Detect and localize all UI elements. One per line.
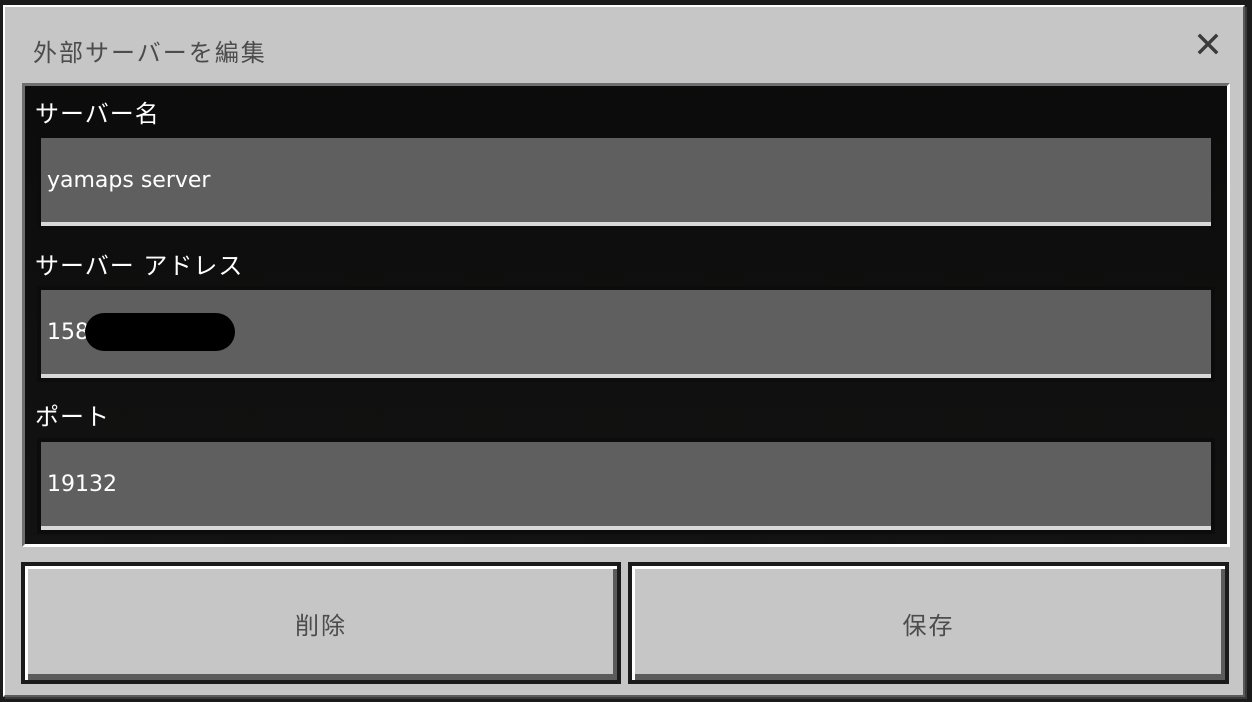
server-form-panel: サーバー名 yamaps server サーバー アドレス 158 ポート 19… (22, 83, 1230, 547)
save-button-label: 保存 (902, 611, 955, 640)
server-address-field[interactable]: 158 (37, 286, 1215, 382)
redaction-mark (85, 313, 235, 351)
port-label: ポート (35, 403, 110, 431)
server-name-label: サーバー名 (35, 100, 160, 128)
port-field[interactable]: 19132 (37, 438, 1215, 534)
save-button[interactable]: 保存 (628, 562, 1229, 684)
close-icon (1197, 33, 1219, 59)
close-button[interactable] (1191, 29, 1225, 63)
server-address-value: 158 (47, 319, 89, 345)
port-value: 19132 (47, 471, 117, 497)
delete-button[interactable]: 削除 (21, 562, 621, 684)
server-name-value: yamaps server (47, 167, 211, 193)
server-address-label: サーバー アドレス (35, 252, 244, 280)
delete-button-label: 削除 (295, 611, 347, 640)
edit-server-dialog: 外部サーバーを編集 サーバー名 yamaps server サーバー アドレス … (3, 5, 1245, 697)
dialog-title: 外部サーバーを編集 (33, 39, 267, 67)
server-name-field[interactable]: yamaps server (37, 134, 1215, 230)
